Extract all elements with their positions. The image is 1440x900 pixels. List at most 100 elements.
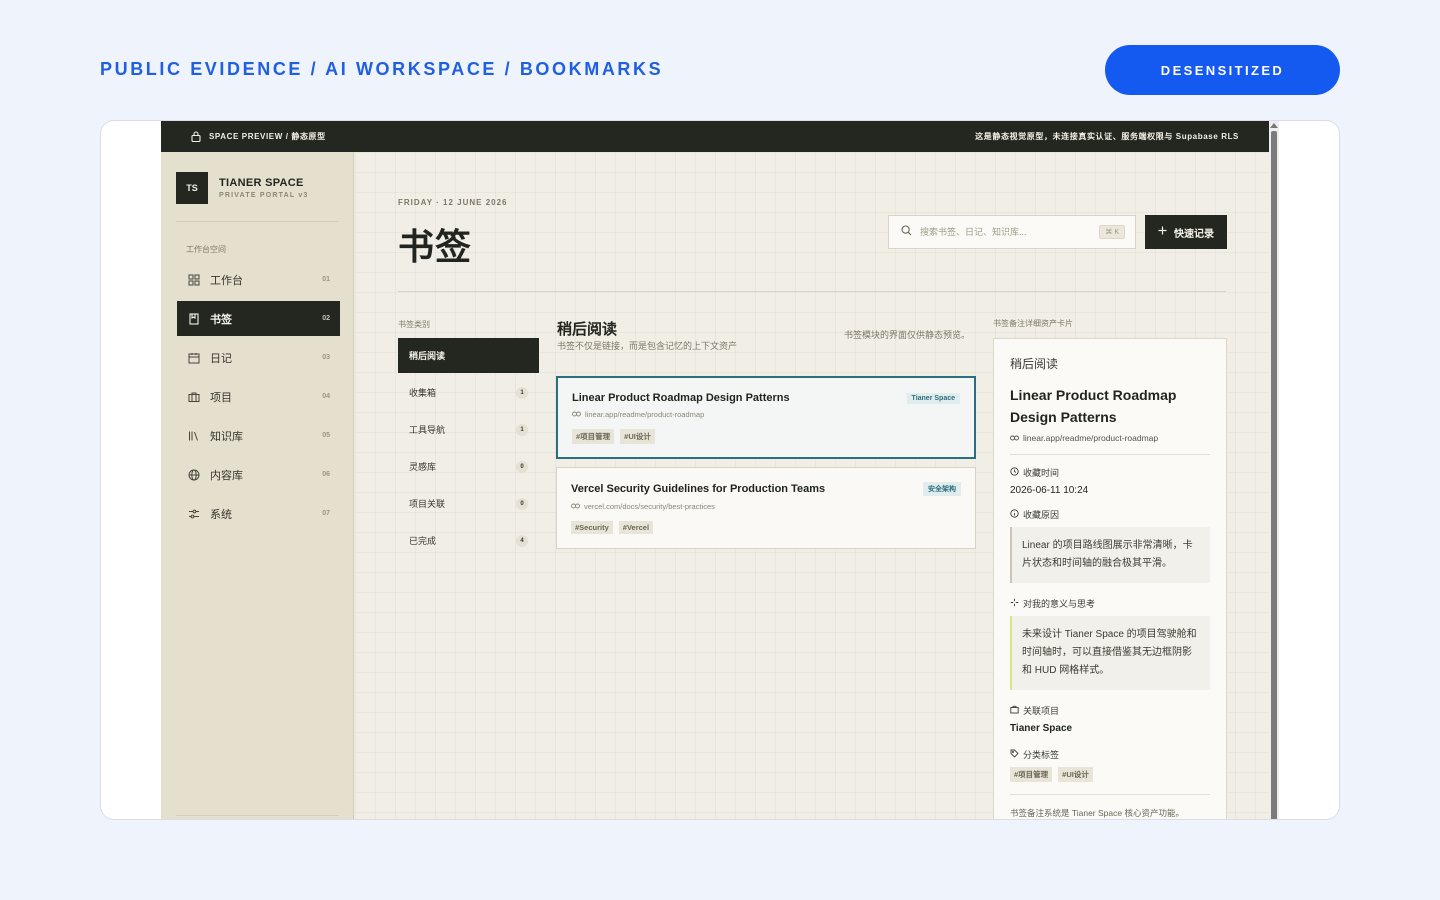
category-count: 1 [516,423,528,436]
info-icon [1010,509,1019,520]
sidebar-item-number: 02 [322,315,330,322]
list-title: 稍后阅读 [557,321,618,338]
desensitized-button[interactable]: DESENSITIZED [1105,45,1340,95]
search-icon [901,223,912,241]
bookmark-url[interactable]: vercel.com/docs/security/best-practices [584,502,715,511]
category-item-project-links[interactable]: 项目关联 0 [398,486,539,521]
sidebar-item-label: 项目 [210,391,232,404]
bookmark-url[interactable]: linear.app/readme/product-roadmap [585,410,704,419]
link-icon [1010,433,1019,443]
bookmark-tag[interactable]: #项目管理 [572,429,615,444]
search-input[interactable] [920,227,1092,237]
category-label: 稍后阅读 [409,351,446,361]
sidebar-item-label: 日记 [210,352,232,365]
sidebar-item-system[interactable]: 系统 07 [177,496,340,531]
category-count: 4 [516,534,528,547]
bookmark-tag[interactable]: #UI设计 [620,429,655,444]
brand[interactable]: TS TIANER SPACE PRIVATE PORTAL v3 [176,172,309,204]
bookmark-tag[interactable]: #Vercel [618,521,654,534]
category-item-inspiration[interactable]: 灵感库 0 [398,449,539,484]
reason-label: 收藏原因 [1023,510,1060,520]
bookmark-icon [187,312,200,325]
preview-label: SPACE PREVIEW / 静态原型 [209,132,326,141]
sidebar-bottom-divider [176,815,339,816]
detail-tag[interactable]: #UI设计 [1058,767,1093,782]
detail-heading: 书签备注详细资产卡片 [993,319,1073,328]
prototype-notice: 这是静态视觉原型，未连接真实认证、服务端权限与 Supabase RLS [975,132,1239,141]
sidebar-item-content[interactable]: 内容库 06 [177,457,340,492]
category-label: 收集箱 [409,388,437,398]
bookmark-badge: 安全架构 [923,482,961,496]
scroll-up-icon[interactable] [1270,123,1278,128]
sidebar-item-knowledge[interactable]: 知识库 05 [177,418,340,453]
sidebar-item-dashboard[interactable]: 工作台 01 [177,262,340,297]
sidebar-item-number: 05 [322,432,330,439]
sidebar-item-number: 03 [322,354,330,361]
sidebar-item-number: 07 [322,510,330,517]
main-content: FRIDAY · 12 JUNE 2026 书签 ⌘ K 快速记录 书签类别 [355,152,1269,819]
reason-text: Linear 的项目路线图展示非常清晰，卡片状态和时间轴的融合极其平滑。 [1010,527,1210,583]
category-item-tools[interactable]: 工具导航 1 [398,412,539,447]
bookmark-tag[interactable]: #Security [571,521,613,534]
saved-time-value: 2026-06-11 10:24 [1010,485,1089,496]
category-item-read-later[interactable]: 稍后阅读 [398,338,539,373]
lock-icon [191,131,201,142]
sidebar-item-bookmarks[interactable]: 书签 02 [177,301,340,336]
detail-title: Linear Product Roadmap Design Patterns [1010,387,1177,425]
category-count: 1 [516,386,528,399]
meaning-text: 未来设计 Tianer Space 的项目驾驶舱和时间轴时，可以直接借鉴其无边框… [1010,616,1210,690]
brand-subtitle: PRIVATE PORTAL v3 [219,192,309,199]
detail-panel: 稍后阅读 Linear Product Roadmap Design Patte… [993,338,1227,819]
detail-footer: 书签备注系统是 Tianer Space 核心资产功能。 [1010,794,1210,819]
sidebar-section-label: 工作台空间 [186,245,226,254]
main-divider [398,291,1226,292]
scrollbar[interactable] [1269,121,1279,819]
category-count: 0 [516,460,528,473]
bookmark-card[interactable]: Vercel Security Guidelines for Productio… [556,467,976,549]
category-label: 工具导航 [409,425,446,435]
quick-record-button[interactable]: 快速记录 [1145,215,1227,249]
sidebar-item-projects[interactable]: 项目 04 [177,379,340,414]
sparkle-icon [1010,598,1019,609]
bookmark-card[interactable]: Linear Product Roadmap Design Patterns T… [556,376,976,459]
saved-time-label: 收藏时间 [1023,468,1060,478]
bookmark-badge: Tianer Space [906,392,960,404]
detail-category: 稍后阅读 [1010,357,1059,371]
quick-record-label: 快速记录 [1174,228,1214,240]
screenshot-frame: SPACE PREVIEW / 静态原型 这是静态视觉原型，未连接真实认证、服务… [100,120,1340,820]
category-label: 项目关联 [409,499,446,509]
detail-tag[interactable]: #项目管理 [1010,767,1053,782]
sidebar-item-number: 04 [322,393,330,400]
meaning-label: 对我的意义与思考 [1023,599,1096,609]
sidebar: TS TIANER SPACE PRIVATE PORTAL v3 工作台空间 … [161,152,354,819]
settings-icon [187,507,200,520]
sidebar-item-label: 内容库 [210,469,243,482]
library-icon [187,429,200,442]
link-icon [572,410,581,419]
sidebar-item-diary[interactable]: 日记 03 [177,340,340,375]
detail-divider [1010,454,1210,455]
sidebar-nav: 工作台 01 书签 02 日记 03 项目 04 知识库 05 内容库 06 系… [177,262,340,535]
categories-title: 书签类别 [398,320,430,329]
globe-icon [187,468,200,481]
category-item-done[interactable]: 已完成 4 [398,523,539,558]
sidebar-item-number: 01 [322,276,330,283]
link-icon [571,502,580,511]
category-item-inbox[interactable]: 收集箱 1 [398,375,539,410]
list-note: 书签模块的界面仅供静态预览。 [844,330,971,340]
calendar-icon [187,351,200,364]
sidebar-item-number: 06 [322,471,330,478]
detail-url[interactable]: linear.app/readme/product-roadmap [1023,433,1158,443]
scrollbar-thumb[interactable] [1271,131,1277,819]
project-value[interactable]: Tianer Space [1010,723,1210,734]
dashboard-icon [187,273,200,286]
category-label: 已完成 [409,536,437,546]
plus-icon [1158,226,1167,238]
sidebar-item-label: 书签 [210,313,232,326]
shortcut-hint: ⌘ K [1099,225,1125,239]
category-list: 稍后阅读 收集箱 1 工具导航 1 灵感库 0 项目关联 0 已完成 4 [398,338,539,560]
briefcase-icon [1010,705,1019,716]
page-title: 书签 [398,226,473,267]
preview-topbar: SPACE PREVIEW / 静态原型 这是静态视觉原型，未连接真实认证、服务… [161,121,1269,152]
sidebar-divider [176,221,339,222]
